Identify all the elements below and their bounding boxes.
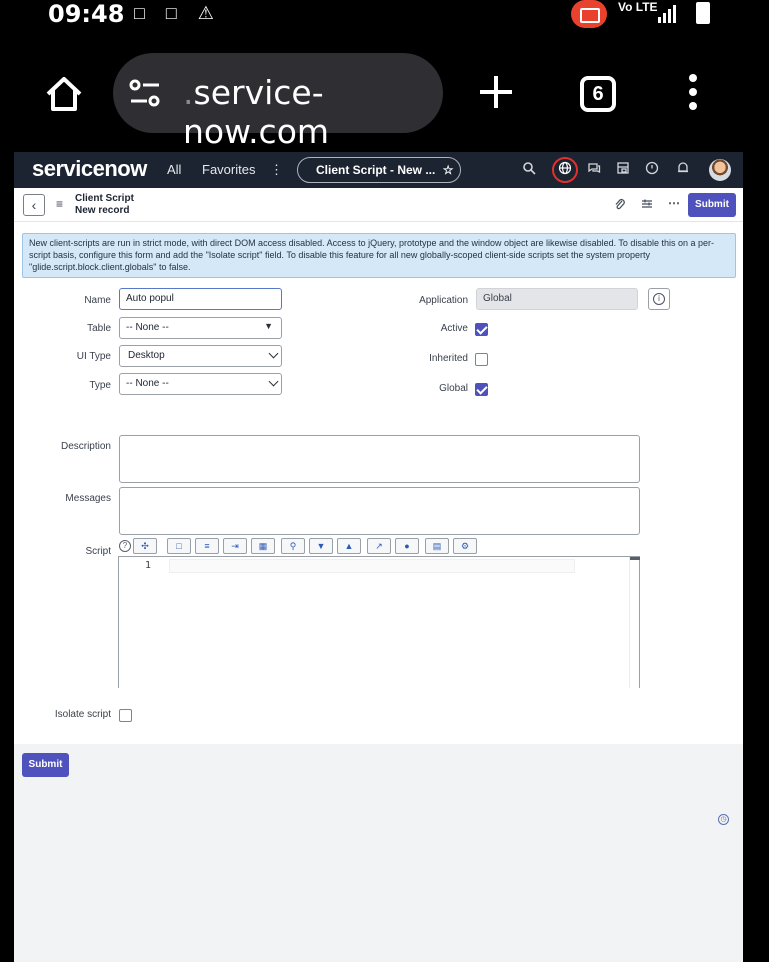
url-text[interactable]: .service-now.com (183, 73, 443, 151)
ui-type-label: UI Type (76, 351, 111, 362)
servicenow-logo[interactable]: servicenow (32, 156, 147, 182)
new-tab-icon[interactable] (478, 74, 514, 110)
application-field: Global (476, 288, 638, 310)
search-code-icon[interactable]: ⚲ (281, 538, 305, 554)
name-label: Name (84, 295, 111, 306)
script-editor[interactable]: 1 (118, 556, 640, 688)
editor-scrollbar[interactable] (629, 557, 640, 688)
messages-field[interactable] (119, 487, 640, 535)
home-icon[interactable] (44, 74, 84, 114)
messages-label: Messages (65, 493, 111, 504)
application-label: Application (419, 295, 468, 306)
nav-more-icon[interactable]: ⋮ (270, 162, 283, 178)
response-time-icon[interactable]: ◷ (718, 814, 729, 825)
script-label: Script (85, 546, 111, 557)
signal-icon (658, 5, 676, 23)
isolate-script-label: Isolate script (54, 709, 111, 720)
status-notification-icons: □ □ ⚠ (134, 3, 222, 23)
attachment-icon[interactable] (614, 198, 626, 214)
network-indicator: Vo LTE (618, 0, 676, 23)
volte-label: Vo LTE (618, 0, 658, 14)
name-field[interactable]: Auto popul (119, 288, 282, 310)
isolate-script-checkbox[interactable] (119, 709, 132, 722)
script-settings-icon[interactable]: ⚙ (453, 538, 477, 554)
back-button[interactable]: ‹ (23, 194, 45, 216)
chevron-down-icon (268, 376, 279, 387)
find-previous-icon[interactable]: ▲ (337, 538, 361, 554)
insert-icon[interactable]: ⇥ (223, 538, 247, 554)
status-time: 09:48 (48, 0, 125, 28)
record-header: ‹ ≡ Client Script New record ⋯ Submit (14, 188, 743, 222)
favorite-star-icon[interactable]: ☆ (443, 163, 454, 177)
globe-icon[interactable] (556, 161, 574, 179)
info-message: New client-scripts are run in strict mod… (22, 233, 736, 278)
save-code-icon[interactable]: ▤ (425, 538, 449, 554)
record-state: New record (75, 205, 130, 216)
active-code-line[interactable] (169, 559, 575, 573)
global-checkbox[interactable] (475, 383, 488, 396)
more-options-icon[interactable]: ⋯ (668, 196, 680, 210)
ui-type-value: Desktop (128, 350, 165, 361)
table-value: -- None -- (126, 322, 169, 333)
header-submit-button[interactable]: Submit (688, 193, 736, 217)
help-icon[interactable] (643, 161, 661, 179)
line-number: 1 (145, 560, 152, 571)
record-table-name: Client Script (75, 193, 134, 204)
global-label: Global (439, 383, 468, 394)
script-help-icon[interactable]: ? (119, 540, 131, 552)
info-icon: i (653, 293, 665, 305)
phone-status-bar: 09:48 □ □ ⚠ Vo LTE (0, 0, 769, 30)
address-bar[interactable]: .service-now.com (113, 53, 443, 151)
nav-favorites[interactable]: Favorites (202, 162, 255, 177)
site-settings-icon[interactable] (127, 75, 163, 111)
active-label: Active (440, 323, 468, 334)
nav-all[interactable]: All (167, 162, 181, 177)
bell-icon[interactable] (674, 161, 692, 179)
context-pill-label: Client Script - New ... (316, 163, 436, 177)
search-icon[interactable] (520, 161, 538, 179)
type-label: Type (89, 380, 111, 391)
dropdown-caret-icon: ▼ (264, 321, 273, 331)
battery-icon (696, 2, 710, 24)
inherited-label: Inherited (429, 353, 468, 364)
chevron-down-icon (268, 348, 279, 359)
toggle-syntax-icon[interactable]: ✣ (133, 538, 157, 554)
browser-menu-icon[interactable] (689, 74, 699, 114)
type-value: -- None -- (126, 378, 169, 389)
form-footer: Submit ◷ (14, 744, 743, 962)
type-select[interactable]: -- None -- (119, 373, 282, 395)
find-next-icon[interactable]: ▼ (309, 538, 333, 554)
comment-icon[interactable]: □ (167, 538, 191, 554)
url-prefix: . (183, 73, 194, 112)
tab-switcher-button[interactable]: 6 (580, 76, 616, 112)
screen-record-icon (571, 0, 607, 28)
browser-toolbar: .service-now.com 6 (14, 30, 743, 152)
app-icon[interactable] (614, 161, 632, 179)
line-gutter: 1 (119, 557, 167, 688)
hamburger-menu-icon[interactable]: ≡ (56, 197, 63, 211)
client-script-form: New client-scripts are run in strict mod… (14, 222, 743, 744)
table-select[interactable]: -- None -- ▼ (119, 317, 282, 339)
ui-type-select[interactable]: Desktop (119, 345, 282, 367)
description-label: Description (60, 441, 111, 452)
chat-icon[interactable] (585, 161, 603, 179)
application-info-button[interactable]: i (648, 288, 670, 310)
debug-globe-icon[interactable]: ● (395, 538, 419, 554)
footer-submit-button[interactable]: Submit (22, 753, 69, 777)
open-editor-icon[interactable]: ↗ (367, 538, 391, 554)
personalize-form-icon[interactable] (641, 198, 653, 213)
format-code-icon[interactable]: ≡ (195, 538, 219, 554)
avatar[interactable] (709, 159, 731, 181)
description-field[interactable] (119, 435, 640, 483)
record-title: Client Script New record (75, 193, 134, 217)
inherited-checkbox[interactable] (475, 353, 488, 366)
script-include-icon[interactable]: ▦ (251, 538, 275, 554)
context-pill[interactable]: Client Script - New ... ☆ (297, 157, 461, 183)
table-label: Table (87, 323, 111, 334)
servicenow-header: servicenow All Favorites ⋮ Client Script… (14, 152, 743, 188)
active-checkbox[interactable] (475, 323, 488, 336)
url-domain: service-now.com (183, 73, 330, 151)
